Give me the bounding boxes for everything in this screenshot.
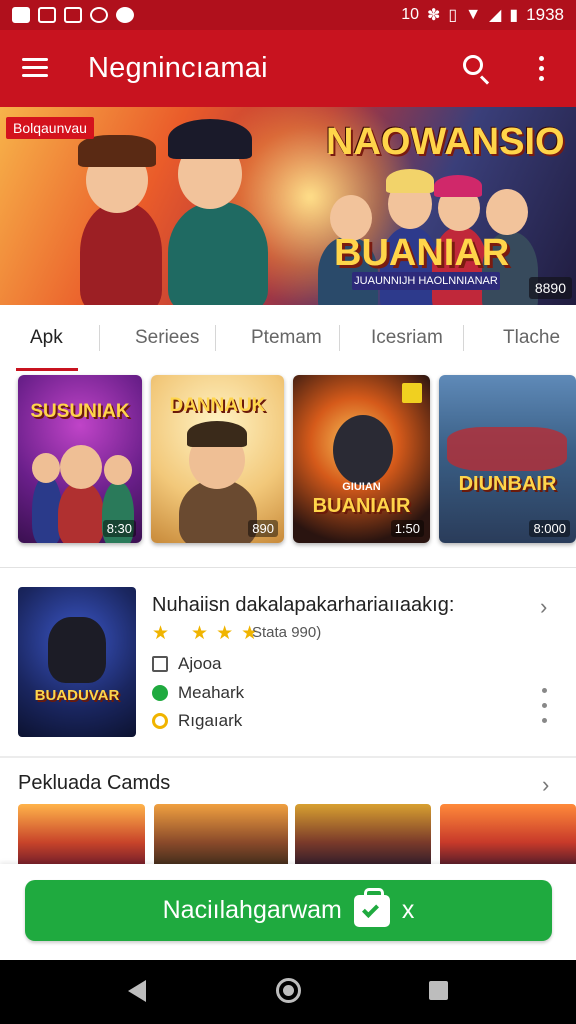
banner-logo: NAOWANSIO: [326, 121, 565, 163]
notification-icon: [12, 7, 30, 23]
install-button-label: Naciılahgarwam: [162, 896, 342, 924]
gallery-icon: [38, 7, 56, 23]
status-bar: 10 ✽ ▯ ▼ ◢ ▮ 1938: [0, 0, 576, 30]
game-card[interactable]: SUSUNIAK 8:30: [18, 375, 142, 543]
card-title: DIUNBAIR: [458, 473, 557, 495]
info-text: Rıgaıark: [178, 711, 243, 730]
card-count: 8:30: [102, 520, 136, 537]
menu-icon[interactable]: [22, 58, 48, 78]
signal-text: 10: [401, 6, 419, 23]
clock-icon: [152, 713, 168, 729]
dot-icon: [116, 7, 134, 23]
rating-stars: ★ ★ ★ ★: [152, 622, 258, 645]
search-icon[interactable]: [462, 54, 492, 85]
banner-character: [168, 202, 268, 305]
more-options-icon[interactable]: [540, 688, 548, 726]
chevron-right-icon[interactable]: ›: [542, 772, 549, 798]
status-time: 1938: [526, 5, 564, 24]
gear-green-icon: [152, 685, 168, 701]
system-nav-bar: [0, 960, 576, 1024]
game-cards-row: SUSUNIAK 8:30 DANNAUK 890 GIUIAN BUANIAI…: [0, 371, 576, 551]
card-count: 890: [248, 520, 278, 537]
divider: [0, 567, 576, 568]
tag-icon: [152, 656, 168, 672]
tab-divider: [99, 325, 100, 351]
category-tabs: Apk Seriees Ptemam Icesriam Tlache: [0, 305, 576, 371]
featured-title: Nuhaiisn dakalapakarhariaııaakıg:: [152, 594, 455, 616]
game-card[interactable]: DIUNBAIR 8:000: [439, 375, 576, 543]
image-icon: [64, 7, 82, 23]
cell-signal-icon: ◢: [489, 7, 502, 24]
info-row: Meahark: [152, 683, 244, 703]
divider: [0, 756, 576, 758]
section-thumbnail[interactable]: [154, 804, 288, 864]
status-system: 10 ✽ ▯ ▼ ◢ ▮ 1938: [401, 5, 564, 25]
info-row: Rıgaıark: [152, 711, 242, 731]
tab-divider: [339, 325, 340, 351]
featured-thumbnail: BUADUVAR: [18, 587, 136, 737]
section-thumbnail[interactable]: [440, 804, 576, 864]
card-count: 8:000: [529, 520, 570, 537]
chevron-right-icon[interactable]: ›: [540, 594, 547, 620]
section-thumbnail[interactable]: [18, 804, 145, 864]
card-count: 1:50: [390, 520, 424, 537]
banner-title: BUANIAR: [334, 232, 510, 274]
badge-icon: [402, 383, 422, 403]
card-subtitle: GIUIAN: [342, 481, 381, 493]
rating-text: Stata 990): [252, 624, 322, 641]
more-options-icon[interactable]: [536, 56, 546, 82]
app-bar: Negnincıamai: [0, 30, 576, 107]
install-button[interactable]: Naciılahgarwam x: [25, 880, 552, 941]
featured-game[interactable]: BUADUVAR Nuhaiisn dakalapakarhariaııaakı…: [0, 570, 576, 756]
tab-apk[interactable]: Apk: [30, 327, 63, 349]
tab-ptemam[interactable]: Ptemam: [251, 327, 322, 349]
install-button-suffix: x: [401, 896, 415, 924]
tab-series[interactable]: Seriees: [135, 327, 199, 349]
game-card[interactable]: DANNAUK 890: [151, 375, 284, 543]
banner-badge: Bolqaunvau: [6, 117, 94, 139]
star-icon: ★: [216, 623, 234, 644]
featured-thumb-title: BUADUVAR: [34, 687, 120, 704]
info-text: Meahark: [178, 683, 245, 702]
home-icon[interactable]: [276, 978, 301, 1003]
hero-banner[interactable]: Bolqaunvau NAOWANSIO BUANIAR JUAUNNIJH H…: [0, 107, 576, 305]
back-icon[interactable]: [128, 980, 146, 1002]
app-screen: 10 ✽ ▯ ▼ ◢ ▮ 1938 Negnincıamai Bolqaunva…: [0, 0, 576, 1024]
app-title: Negnincıamai: [88, 52, 268, 84]
info-text: Ajooa: [178, 654, 222, 673]
recent-apps-icon[interactable]: [429, 981, 448, 1000]
banner-character: [80, 202, 162, 305]
section-thumbnails: [0, 804, 576, 864]
section-thumbnail[interactable]: [295, 804, 431, 864]
info-row: Ajooa: [152, 654, 221, 674]
section-title: Pekluada Camds: [18, 772, 171, 794]
tab-divider: [463, 325, 464, 351]
bottom-action-bar: Naciılahgarwam x: [0, 864, 576, 960]
shopping-bag-check-icon: [353, 887, 390, 927]
banner-subtitle: JUAUNNIJH HAOLNNIANAR: [352, 272, 500, 290]
vibrate-icon: ▯: [448, 7, 458, 24]
tab-icesriam[interactable]: Icesriam: [371, 327, 443, 349]
star-icon: ★: [191, 623, 209, 644]
card-title: DANNAUK: [169, 395, 266, 416]
tab-tlache[interactable]: Tlache: [503, 327, 560, 349]
card-title: BUANIAIR: [312, 495, 411, 517]
sync-icon: [90, 7, 108, 23]
status-notifications: [12, 7, 134, 23]
wifi-icon: ▼: [465, 6, 482, 23]
alarm-icon: ✽: [426, 7, 441, 24]
banner-count: 8890: [528, 277, 572, 299]
star-icon: ★: [152, 623, 170, 644]
battery-icon: ▮: [509, 7, 519, 24]
tab-divider: [215, 325, 216, 351]
game-card[interactable]: GIUIAN BUANIAIR 1:50: [293, 375, 430, 543]
card-title: SUSUNIAK: [30, 401, 130, 422]
